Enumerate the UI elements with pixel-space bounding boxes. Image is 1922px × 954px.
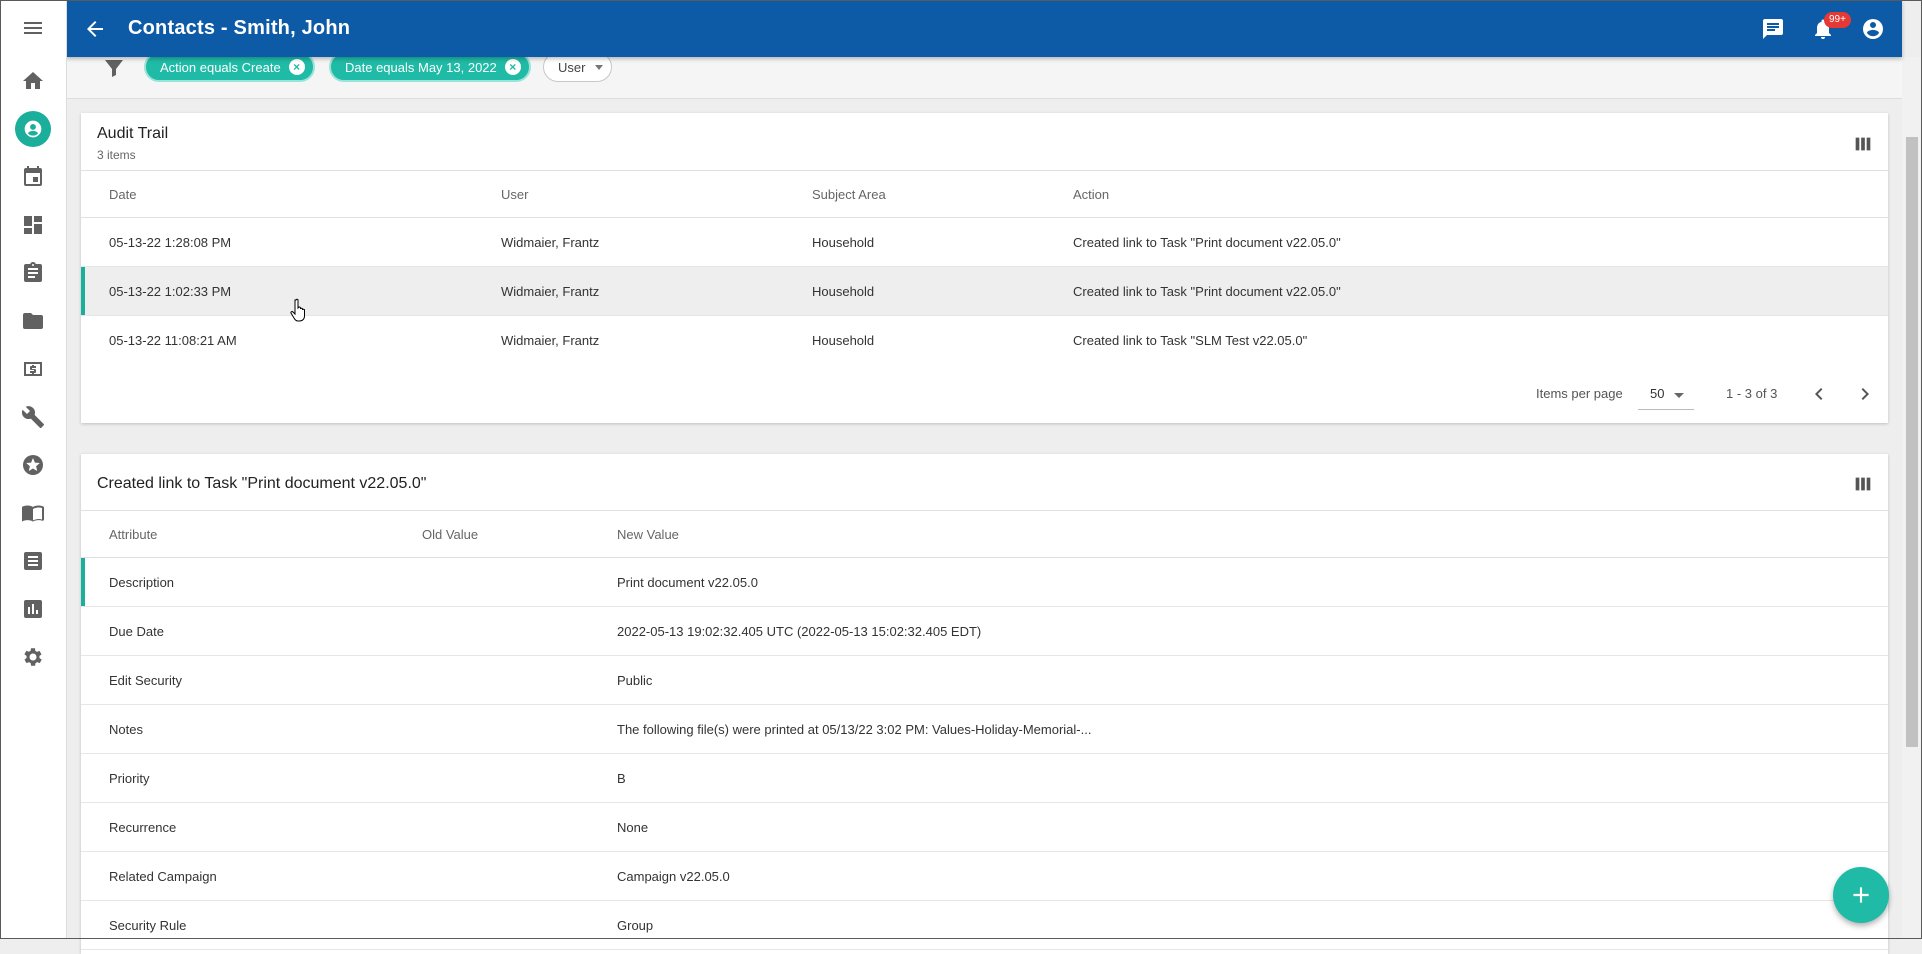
wrench-icon[interactable] xyxy=(0,397,66,437)
cell-user: Widmaier, Frantz xyxy=(501,333,600,348)
cell-new-value: The following file(s) were printed at 05… xyxy=(617,722,1092,737)
scrollbar-thumb[interactable] xyxy=(1906,137,1918,747)
detail-row[interactable]: Notes The following file(s) were printed… xyxy=(81,705,1888,754)
chevron-down-icon xyxy=(1674,393,1684,398)
detail-table-header: Attribute Old Value New Value xyxy=(81,510,1888,558)
cell-new-value: 2022-05-13 19:02:32.405 UTC (2022-05-13 … xyxy=(617,624,982,639)
page-range-label: 1 - 3 of 3 xyxy=(1726,386,1778,401)
contact-icon[interactable] xyxy=(0,109,66,149)
audit-table-header: Date User Subject Area Action xyxy=(81,170,1888,218)
app-bar: Contacts - Smith, John 99+ xyxy=(66,0,1902,57)
cell-new-value: Campaign v22.05.0 xyxy=(617,869,730,884)
cell-attribute: Notes xyxy=(109,722,143,737)
back-arrow-icon[interactable] xyxy=(82,16,108,42)
change-detail-card: Created link to Task "Print document v22… xyxy=(81,454,1888,954)
cell-user: Widmaier, Frantz xyxy=(501,235,600,250)
add-button[interactable] xyxy=(1833,867,1889,923)
star-icon[interactable] xyxy=(0,445,66,485)
cell-subject: Household xyxy=(812,284,875,299)
columns-icon[interactable] xyxy=(1852,133,1874,155)
cell-subject: Household xyxy=(812,235,875,250)
clipboard-icon[interactable] xyxy=(0,253,66,293)
cell-new-value: B xyxy=(617,771,626,786)
detail-row[interactable]: Security Rule Group xyxy=(81,901,1888,950)
user-filter-label: User xyxy=(558,59,586,75)
cell-new-value: Public xyxy=(617,673,653,688)
cell-date: 05-13-22 11:08:21 AM xyxy=(109,333,237,348)
menu-icon[interactable] xyxy=(0,8,66,48)
columns-icon[interactable] xyxy=(1852,473,1874,495)
cell-attribute: Recurrence xyxy=(109,820,177,835)
dashboard-icon[interactable] xyxy=(0,205,66,245)
audit-trail-count: 3 items xyxy=(97,148,136,162)
items-per-page-label: Items per page xyxy=(1536,386,1623,401)
filter-chip-label: Date equals May 13, 2022 xyxy=(345,59,497,75)
detail-row[interactable]: Edit Security Public xyxy=(81,656,1888,705)
cell-action: Created link to Task "SLM Test v22.05.0" xyxy=(1073,333,1308,348)
change-detail-title: Created link to Task "Print document v22… xyxy=(97,475,427,492)
cell-subject: Household xyxy=(812,333,875,348)
cell-action: Created link to Task "Print document v22… xyxy=(1073,284,1341,299)
audit-trail-title: Audit Trail xyxy=(97,125,169,142)
cell-new-value: Print document v22.05.0 xyxy=(617,575,758,590)
account-icon[interactable] xyxy=(1848,4,1898,54)
table-row-selected[interactable]: 05-13-22 1:02:33 PM Widmaier, Frantz Hou… xyxy=(81,267,1888,316)
detail-row[interactable]: Recurrence None xyxy=(81,803,1888,852)
notifications-icon[interactable]: 99+ xyxy=(1798,4,1851,54)
paginator: Items per page 50 1 - 3 of 3 xyxy=(81,374,1888,414)
list-icon[interactable] xyxy=(0,541,66,581)
cell-attribute: Security Rule xyxy=(109,918,187,933)
column-header-subject-area[interactable]: Subject Area xyxy=(812,187,886,202)
cell-user: Widmaier, Frantz xyxy=(501,284,600,299)
page-title: Contacts - Smith, John xyxy=(128,17,351,39)
plus-icon xyxy=(1853,887,1869,903)
column-header-old-value[interactable]: Old Value xyxy=(422,527,478,542)
nav-rail xyxy=(0,0,67,939)
cell-attribute: Related Campaign xyxy=(109,869,217,884)
column-header-date[interactable]: Date xyxy=(109,187,136,202)
settings-icon[interactable] xyxy=(0,637,66,677)
cell-attribute: Due Date xyxy=(109,624,164,639)
book-icon[interactable] xyxy=(0,493,66,533)
money-icon[interactable] xyxy=(0,349,66,389)
column-header-action[interactable]: Action xyxy=(1073,187,1109,202)
remove-filter-icon[interactable]: × xyxy=(504,59,521,75)
vertical-scrollbar[interactable] xyxy=(1902,57,1922,939)
cell-date: 05-13-22 1:28:08 PM xyxy=(109,235,232,250)
detail-row[interactable]: Description Print document v22.05.0 xyxy=(81,558,1888,607)
calendar-icon[interactable] xyxy=(0,157,66,197)
chat-icon[interactable] xyxy=(1748,4,1798,54)
detail-row[interactable]: Priority B xyxy=(81,754,1888,803)
folder-icon[interactable] xyxy=(0,301,66,341)
cell-new-value: None xyxy=(617,820,649,835)
notification-count-badge: 99+ xyxy=(1824,11,1851,28)
filter-chip-label: Action equals Create xyxy=(160,59,281,75)
cell-attribute: Priority xyxy=(109,771,150,786)
detail-row[interactable]: Due Date 2022-05-13 19:02:32.405 UTC (20… xyxy=(81,607,1888,656)
home-icon[interactable] xyxy=(0,61,66,101)
cell-attribute: Edit Security xyxy=(109,673,182,688)
table-row[interactable]: 05-13-22 1:28:08 PM Widmaier, Frantz Hou… xyxy=(81,218,1888,267)
report-icon[interactable] xyxy=(0,589,66,629)
items-per-page-select[interactable]: 50 xyxy=(1638,378,1694,410)
cell-attribute: Description xyxy=(109,575,175,590)
cell-action: Created link to Task "Print document v22… xyxy=(1073,235,1341,250)
column-header-attribute[interactable]: Attribute xyxy=(109,527,157,542)
table-row[interactable]: 05-13-22 11:08:21 AM Widmaier, Frantz Ho… xyxy=(81,316,1888,365)
detail-row[interactable]: Related Campaign Campaign v22.05.0 xyxy=(81,852,1888,901)
remove-filter-icon[interactable]: × xyxy=(288,59,305,75)
audit-trail-card: Audit Trail 3 items Date User Subject Ar… xyxy=(81,113,1888,423)
next-page-icon[interactable] xyxy=(1853,382,1877,406)
chevron-down-icon xyxy=(595,64,604,70)
filter-icon[interactable] xyxy=(102,56,126,80)
previous-page-icon[interactable] xyxy=(1807,382,1831,406)
cell-date: 05-13-22 1:02:33 PM xyxy=(109,284,232,299)
column-header-new-value[interactable]: New Value xyxy=(617,527,679,542)
cell-new-value: Group xyxy=(617,918,654,933)
column-header-user[interactable]: User xyxy=(501,187,528,202)
hand-cursor-icon xyxy=(290,298,305,322)
items-per-page-value: 50 xyxy=(1650,386,1665,401)
